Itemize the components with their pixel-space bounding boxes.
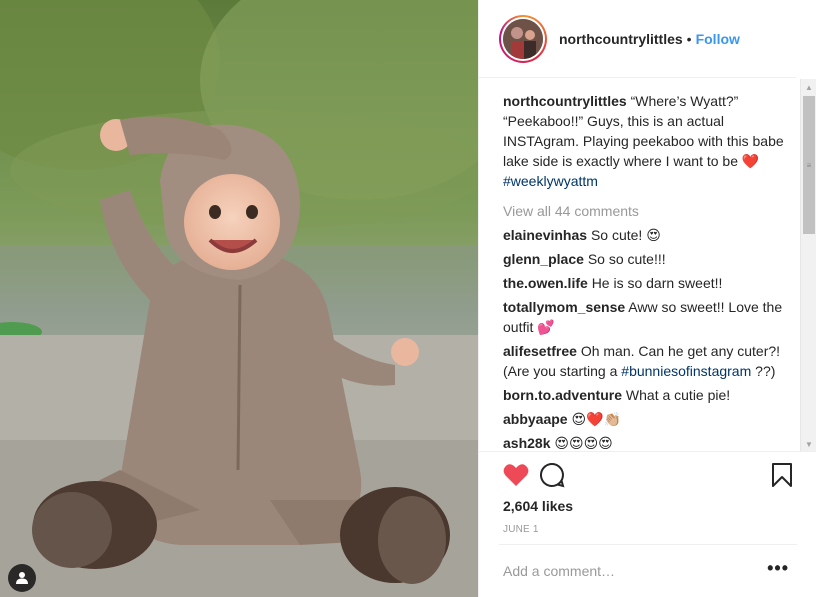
comment-row: elainevinhas So cute! 😍 bbox=[503, 225, 793, 245]
follow-button[interactable]: Follow bbox=[696, 31, 740, 47]
comment-username[interactable]: abbyaape bbox=[503, 411, 568, 427]
tag-person-button[interactable] bbox=[8, 564, 36, 592]
comment-row: totallymom_sense Aww so sweet!! Love the… bbox=[503, 297, 793, 337]
caption-username[interactable]: northcountrylittles bbox=[503, 93, 627, 109]
header-username[interactable]: northcountrylittles bbox=[559, 31, 683, 47]
post-caption: northcountrylittles “Where’s Wyatt?” “Pe… bbox=[503, 91, 793, 191]
comment-username[interactable]: born.to.adventure bbox=[503, 387, 622, 403]
add-comment-bar: ••• bbox=[499, 544, 797, 597]
comment-row: alifesetfree Oh man. Can he get any cute… bbox=[503, 341, 793, 381]
comment-row: born.to.adventure What a cutie pie! bbox=[503, 385, 793, 405]
caption-hashtag[interactable]: #weeklywyattm bbox=[503, 173, 598, 189]
comment-list: elainevinhas So cute! 😍 glenn_place So s… bbox=[503, 225, 793, 451]
comment-text-end: ??) bbox=[755, 363, 776, 379]
like-count[interactable]: 2,604 likes bbox=[503, 498, 573, 514]
comment-row: glenn_place So so cute!!! bbox=[503, 249, 793, 269]
comment-emoji: 😍😍😍😍 bbox=[554, 435, 613, 451]
like-button[interactable] bbox=[501, 460, 531, 490]
comment-username[interactable]: elainevinhas bbox=[503, 227, 587, 243]
comment-row: the.owen.life He is so darn sweet!! bbox=[503, 273, 793, 293]
heart-icon bbox=[503, 464, 529, 486]
scroll-thumb[interactable]: ≡ bbox=[803, 96, 815, 234]
comment-emoji: 😍❤️👏🏼 bbox=[571, 411, 621, 427]
comment-hashtag[interactable]: #bunniesofinstagram bbox=[621, 363, 751, 379]
comment-input[interactable] bbox=[499, 563, 739, 579]
comment-username[interactable]: ash28k bbox=[503, 435, 550, 451]
comment-icon bbox=[540, 462, 565, 488]
comment-emoji: 💕 bbox=[537, 319, 555, 335]
scroll-up-arrow-icon[interactable]: ▲ bbox=[801, 79, 816, 95]
scroll-down-arrow-icon[interactable]: ▼ bbox=[801, 436, 816, 451]
caption-emoji: ❤️ bbox=[741, 153, 760, 169]
comment-username[interactable]: alifesetfree bbox=[503, 343, 577, 359]
tag-person-icon bbox=[16, 572, 28, 584]
post-panel: northcountrylittles • Follow northcountr… bbox=[478, 0, 816, 597]
comments-section: northcountrylittles “Where’s Wyatt?” “Pe… bbox=[479, 79, 816, 452]
comments-scrollbar[interactable]: ▲ ≡ ▼ bbox=[800, 79, 816, 451]
comment-row: ash28k 😍😍😍😍 bbox=[503, 433, 793, 451]
avatar bbox=[503, 18, 543, 59]
comment-text: So cute! bbox=[590, 227, 643, 243]
post-photo[interactable] bbox=[0, 0, 478, 597]
save-button[interactable] bbox=[767, 460, 797, 490]
more-icon[interactable]: ••• bbox=[767, 559, 789, 577]
comment-row: abbyaape 😍❤️👏🏼 bbox=[503, 409, 793, 429]
comment-username[interactable]: the.owen.life bbox=[503, 275, 588, 291]
post-header: northcountrylittles • Follow bbox=[479, 0, 796, 78]
comment-button[interactable] bbox=[537, 460, 567, 490]
comment-username[interactable]: totallymom_sense bbox=[503, 299, 625, 315]
separator-dot: • bbox=[686, 30, 692, 47]
comment-text: What a cutie pie! bbox=[625, 387, 731, 403]
action-bar bbox=[499, 460, 799, 494]
comment-text: He is so darn sweet!! bbox=[591, 275, 723, 291]
view-all-comments-link[interactable]: View all 44 comments bbox=[503, 203, 793, 219]
post-date: JUNE 1 bbox=[503, 524, 539, 535]
bookmark-icon bbox=[772, 463, 792, 487]
comment-text: So so cute!!! bbox=[587, 251, 666, 267]
comment-emoji: 😍 bbox=[646, 227, 661, 243]
avatar-story-ring[interactable] bbox=[499, 14, 547, 63]
comment-username[interactable]: glenn_place bbox=[503, 251, 584, 267]
